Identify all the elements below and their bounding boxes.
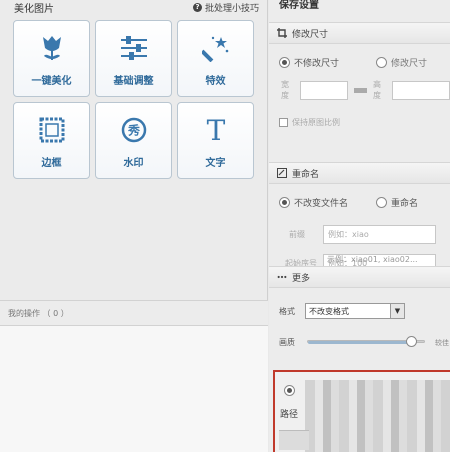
save-path-input[interactable] [279, 430, 309, 450]
rename-icon [277, 168, 287, 178]
keep-filename-option: 不改变文件名 [269, 190, 348, 214]
size-fields: 宽度 高度 [269, 78, 450, 102]
resize-option-change: 修改尺寸 [364, 50, 427, 74]
keep-filename-label: 不改变文件名 [294, 198, 349, 209]
tile-label: 文字 [205, 158, 226, 169]
link-ratio-icon[interactable] [354, 87, 367, 93]
recent-operations-header: 我的操作 （ 0 ） [0, 300, 268, 326]
save-path-section: 路径 [273, 370, 450, 452]
text-icon: T [200, 115, 232, 145]
beautify-header: 美化图片 ? 批处理小技巧 [0, 0, 267, 15]
border-button[interactable]: 边框 [13, 102, 90, 179]
rename-example: 示例：xiao01, xiao02... [327, 255, 418, 264]
resize-header-label: 修改尺寸 [292, 29, 329, 40]
no-resize-radio[interactable] [279, 56, 290, 68]
rename-radio[interactable] [376, 196, 387, 208]
tile-label: 一键美化 [31, 76, 72, 87]
quality-end-label: 较佳 [435, 339, 449, 347]
beautify-title: 美化图片 [14, 3, 54, 15]
watermark-button[interactable]: 秀 水印 [95, 102, 172, 179]
save-path-radio[interactable] [284, 385, 295, 396]
more-header-label: 更多 [292, 273, 311, 284]
keep-ratio-row: 保持原图比例 [269, 110, 340, 134]
sliders-icon [118, 33, 150, 63]
width-label: 宽度 [281, 80, 289, 100]
keep-ratio-checkbox[interactable] [279, 117, 288, 127]
tile-label: 特效 [205, 76, 226, 87]
watermark-icon: 秀 [118, 115, 150, 145]
magic-wand-icon [200, 33, 232, 63]
rename-option: 重命名 [366, 190, 418, 214]
save-settings-panel: 保存设置 修改尺寸 不修改尺寸 修改尺寸 宽度 高度 保持原图比例 重命名 不改… [269, 0, 450, 452]
format-row: 格式 不改变格式 ▼ [279, 303, 405, 319]
height-input[interactable] [392, 80, 450, 100]
recent-operations-label: 我的操作 （ 0 ） [8, 308, 69, 318]
tulip-icon [36, 33, 68, 63]
help-icon: ? [192, 2, 202, 12]
text-button[interactable]: T 文字 [177, 102, 254, 179]
resize-section-header: 修改尺寸 [269, 22, 450, 44]
rename-label: 重命名 [391, 198, 419, 209]
rename-header-label: 重命名 [292, 169, 320, 180]
format-value: 不改变格式 [309, 306, 349, 316]
resize-label: 修改尺寸 [391, 58, 428, 69]
keep-ratio-label: 保持原图比例 [292, 117, 340, 127]
rename-section-header: 重命名 [269, 162, 450, 184]
recent-operations-list [0, 326, 268, 452]
batch-tips-label: 批处理小技巧 [204, 3, 259, 14]
quality-row: 画质 较佳 [279, 336, 450, 348]
batch-tips-link[interactable]: ? 批处理小技巧 [192, 1, 259, 14]
width-input[interactable] [300, 80, 349, 100]
one-click-beautify-button[interactable]: 一键美化 [13, 20, 90, 97]
save-path-redacted [305, 380, 450, 452]
text-glyph: T [206, 115, 225, 145]
tile-label: 基础调整 [113, 76, 154, 87]
chevron-down-icon: ▼ [390, 304, 404, 318]
prefix-row: 前缀 例如：xiao [269, 222, 436, 246]
beautify-panel: 美化图片 ? 批处理小技巧 一键美化 基础调整 特效 边框 秀 水印 T 文字 … [0, 0, 268, 452]
prefix-input[interactable]: 例如：xiao [323, 224, 436, 244]
more-dots-icon [277, 272, 287, 282]
prefix-label: 前缀 [289, 229, 305, 239]
quality-slider-handle[interactable] [405, 336, 417, 347]
format-label: 格式 [279, 306, 295, 316]
effects-button[interactable]: 特效 [177, 20, 254, 97]
tile-label: 边框 [41, 158, 62, 169]
format-select[interactable]: 不改变格式 ▼ [305, 303, 405, 319]
resize-options: 不修改尺寸 [269, 50, 339, 74]
quality-label: 画质 [279, 338, 295, 347]
height-label: 高度 [372, 80, 381, 100]
more-section-header: 更多 [269, 266, 450, 288]
basic-adjust-button[interactable]: 基础调整 [95, 20, 172, 97]
tile-label: 水印 [123, 158, 144, 169]
watermark-glyph: 秀 [126, 123, 140, 138]
quality-slider-fill [308, 341, 411, 344]
tool-grid: 一键美化 基础调整 特效 边框 秀 水印 T 文字 [13, 20, 254, 179]
no-resize-label: 不修改尺寸 [294, 58, 340, 69]
keep-filename-radio[interactable] [279, 196, 290, 208]
crop-icon [277, 28, 287, 38]
save-path-label: 路径 [280, 410, 299, 420]
frame-icon [36, 115, 68, 145]
save-settings-title: 保存设置 [279, 0, 319, 11]
resize-radio[interactable] [376, 56, 387, 68]
